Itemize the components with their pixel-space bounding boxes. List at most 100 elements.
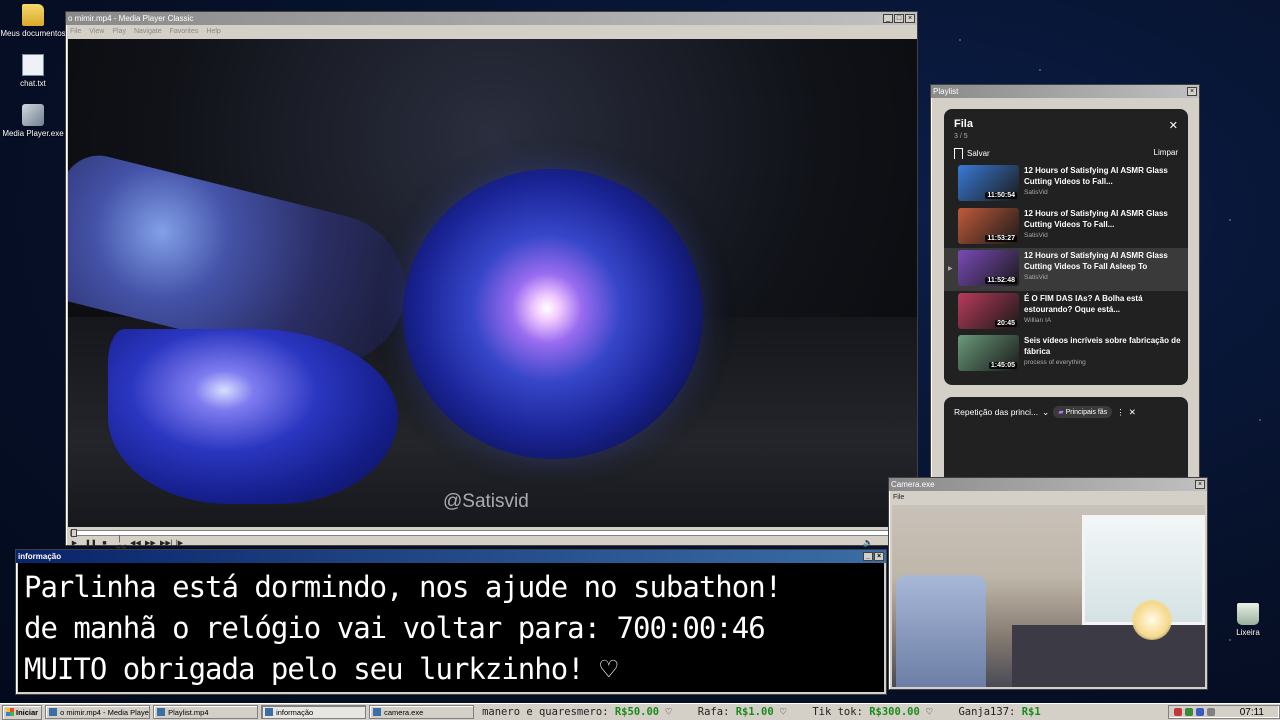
- playlist-window[interactable]: Playlist × Fila 3 / 5 ✕ Salvar Limpar 11…: [930, 84, 1200, 485]
- video-channel: SatisVid: [1024, 231, 1048, 239]
- queue-close-icon[interactable]: ✕: [1169, 119, 1178, 132]
- info-text-area: Parlinha está dormindo, nos ajude no sub…: [18, 563, 884, 692]
- menu-view[interactable]: View: [89, 28, 104, 35]
- video-thumbnail[interactable]: 1:45:05: [958, 335, 1019, 371]
- video-duration: 11:52:48: [985, 277, 1017, 284]
- desktop-icon-lixeira[interactable]: Lixeira: [1215, 603, 1280, 637]
- camera-menu-bar: File: [889, 491, 1207, 503]
- playlist-titlebar[interactable]: Playlist ×: [931, 85, 1199, 98]
- start-button[interactable]: Iniciar: [2, 704, 43, 720]
- stop-icon[interactable]: ■: [100, 540, 109, 547]
- video-title[interactable]: 12 Hours of Satisfying AI ASMR Glass Cut…: [1024, 250, 1182, 272]
- desktop-icon-media-player[interactable]: Media Player.exe: [0, 104, 66, 138]
- pause-icon[interactable]: ❚❚: [85, 539, 97, 547]
- close-button[interactable]: ×: [1195, 480, 1205, 489]
- tray-app-icon[interactable]: [1195, 708, 1204, 716]
- video-thumbnail[interactable]: 11:52:48: [958, 250, 1019, 286]
- media-player-window[interactable]: o mimir.mp4 - Media Player Classic _ □ ×…: [65, 11, 918, 551]
- chevron-down-icon[interactable]: ⌄: [1042, 407, 1049, 418]
- menu-file[interactable]: File: [893, 494, 904, 501]
- video-title[interactable]: 12 Hours of Satisfying AI ASMR Glass Cut…: [1024, 165, 1182, 187]
- video-meta: Seis vídeos incríveis sobre fabricação d…: [1024, 335, 1182, 374]
- save-button[interactable]: Salvar: [954, 148, 990, 159]
- tray-app-icon[interactable]: [1173, 708, 1182, 716]
- ticker-name: Rafa:: [697, 706, 730, 718]
- queue-header: Fila 3 / 5 ✕: [944, 109, 1188, 140]
- fast-forward-icon[interactable]: ▶▶: [145, 539, 156, 547]
- window-title: Camera.exe: [891, 480, 935, 489]
- desktop-icon-meus-documentos[interactable]: Meus documentos: [0, 4, 66, 38]
- queue-item[interactable]: 20:45 É O FIM DAS IAs? A Bolha está estou…: [944, 291, 1188, 334]
- tray-app-icon[interactable]: [1206, 708, 1215, 716]
- ticker-name: Ganja137:: [958, 706, 1016, 718]
- video-meta: É O FIM DAS IAs? A Bolha está estourando…: [1024, 293, 1182, 332]
- taskbar-item-camera[interactable]: camera.exe: [369, 705, 475, 719]
- video-title[interactable]: 12 Hours of Satisfying AI ASMR Glass Cut…: [1024, 208, 1182, 230]
- desktop-icon-label: Media Player.exe: [2, 129, 64, 138]
- video-title[interactable]: É O FIM DAS IAs? A Bolha está estourando…: [1024, 293, 1182, 315]
- clear-button[interactable]: Limpar: [1154, 148, 1178, 159]
- queue-item[interactable]: 1:45:05 Seis vídeos incríveis sobre fabri…: [944, 333, 1188, 376]
- video-channel: SatisVid: [1024, 189, 1048, 196]
- desktop-icon-chat[interactable]: chat.txt: [0, 54, 66, 88]
- maximize-button[interactable]: □: [894, 14, 904, 23]
- ticker-name: manero e quaresmero:: [482, 706, 609, 718]
- seek-thumb[interactable]: [71, 529, 77, 537]
- queue-item[interactable]: ▶ 11:52:48 12 Hours of Satisfying AI ASMR …: [944, 248, 1188, 291]
- queue-item[interactable]: 11:53:27 12 Hours of Satisfying AI ASMR G…: [944, 206, 1188, 249]
- video-channel: process of everything: [1024, 359, 1086, 366]
- clock[interactable]: 07:11: [1240, 707, 1264, 718]
- ticker-entry: Tik tok: R$300.00 ♡: [812, 706, 932, 718]
- taskbar-item-media-player[interactable]: o mimir.mp4 - Media Playe...: [45, 705, 151, 719]
- video-area[interactable]: @Satisvid: [68, 39, 917, 527]
- video-galaxy-orb: [403, 169, 703, 459]
- window-icon: [373, 708, 382, 716]
- loop-label[interactable]: Repetição das princi...: [954, 407, 1038, 417]
- camera-desk: [1012, 625, 1205, 687]
- folder-icon: [22, 4, 44, 26]
- members-icon: ▰: [1058, 409, 1066, 416]
- ticker-amount: R$50.00: [614, 706, 660, 718]
- taskbar-item-info[interactable]: informação: [261, 705, 367, 719]
- heart-icon: ♡: [665, 706, 672, 718]
- play-icon[interactable]: ▶: [70, 539, 79, 547]
- camera-chair: [896, 575, 986, 687]
- taskbar-item-playlist[interactable]: Playlist.mp4: [153, 705, 259, 719]
- more-icon[interactable]: ⋮: [1116, 407, 1125, 418]
- video-thumbnail[interactable]: 11:50:54: [958, 165, 1019, 201]
- windows-logo-icon: [6, 708, 14, 716]
- menu-help[interactable]: Help: [206, 28, 220, 35]
- text-file-icon: [22, 54, 44, 76]
- seek-bar[interactable]: [70, 529, 915, 537]
- minimize-button[interactable]: _: [863, 552, 873, 561]
- media-player-titlebar[interactable]: o mimir.mp4 - Media Player Classic _ □ ×: [66, 12, 917, 25]
- loop-close-icon[interactable]: ✕: [1129, 407, 1136, 418]
- menu-play[interactable]: Play: [112, 28, 126, 35]
- video-thumbnail[interactable]: 11:53:27: [958, 207, 1019, 244]
- frame-step-icon[interactable]: |▶: [175, 539, 184, 547]
- window-title: o mimir.mp4 - Media Player Classic: [68, 14, 194, 23]
- close-button[interactable]: ×: [874, 552, 884, 561]
- close-button[interactable]: ×: [905, 14, 915, 23]
- tray-app-icon[interactable]: [1184, 708, 1193, 716]
- ticker-amount: R$300.00: [869, 706, 920, 718]
- rewind-icon[interactable]: ◀◀: [130, 539, 141, 547]
- minimize-button[interactable]: _: [883, 14, 893, 23]
- info-window[interactable]: informação _ × Parlinha está dormindo, n…: [15, 549, 887, 695]
- camera-window[interactable]: Camera.exe × File: [888, 477, 1208, 690]
- queue-item[interactable]: 11:50:54 12 Hours of Satisfying AI ASMR G…: [944, 163, 1188, 206]
- video-channel: SatisVid: [1024, 274, 1048, 281]
- start-label: Iniciar: [16, 707, 39, 717]
- info-titlebar[interactable]: informação _ ×: [16, 550, 886, 563]
- close-button[interactable]: ×: [1187, 87, 1197, 96]
- video-watermark: @Satisvid: [443, 491, 529, 512]
- menu-favorites[interactable]: Favorites: [170, 28, 199, 35]
- camera-titlebar[interactable]: Camera.exe ×: [889, 478, 1207, 491]
- skip-forward-icon[interactable]: ▶▶|: [160, 539, 173, 547]
- volume-icon[interactable]: 🔈: [863, 538, 873, 547]
- menu-navigate[interactable]: Navigate: [134, 28, 162, 35]
- menu-file[interactable]: File: [70, 28, 81, 35]
- video-thumbnail[interactable]: 20:45: [958, 292, 1019, 329]
- video-title[interactable]: Seis vídeos incríveis sobre fabricação d…: [1024, 335, 1182, 357]
- top-fans-chip[interactable]: ▰ Principais fãs: [1053, 406, 1113, 418]
